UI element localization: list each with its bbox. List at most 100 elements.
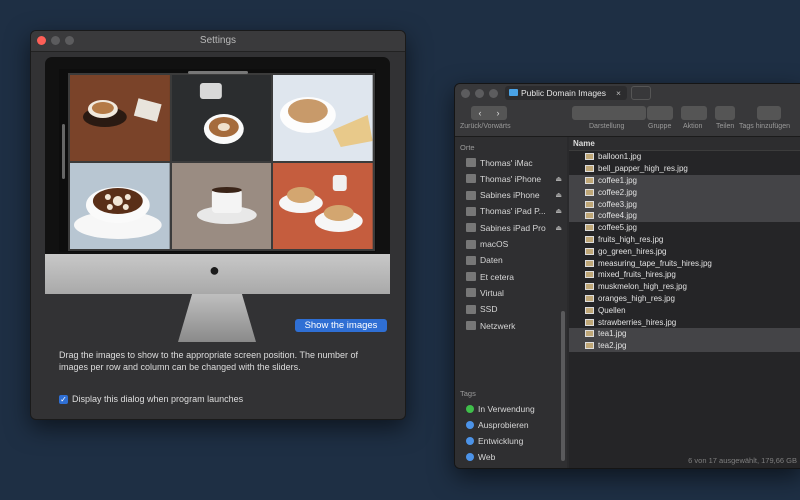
zoom-window-button[interactable] <box>65 36 74 45</box>
image-slot-coffee-1[interactable] <box>70 75 170 161</box>
name-column-header[interactable]: Name <box>569 137 800 151</box>
finder-window-controls <box>461 89 498 98</box>
file-name: go_green_hires.jpg <box>598 246 667 256</box>
back-forward-buttons[interactable]: ‹ › <box>471 106 507 120</box>
finder-close-button[interactable] <box>461 89 470 98</box>
image-slot-tea-2[interactable] <box>273 163 373 249</box>
image-slot-coffee-4[interactable] <box>171 163 272 249</box>
sidebar-item-place[interactable]: Thomas' iMac <box>466 155 562 170</box>
sidebar-item-label: Thomas' iPhone <box>480 173 542 184</box>
file-name: Quellen <box>598 305 626 315</box>
file-name: tea1.jpg <box>598 329 627 339</box>
sidebar-item-place[interactable]: SSD <box>466 302 562 317</box>
minimize-window-button[interactable] <box>51 36 60 45</box>
tags-title: Tags <box>460 389 476 398</box>
row-slider-handle[interactable] <box>62 124 65 179</box>
device-icon <box>466 288 476 298</box>
launch-checkbox[interactable]: ✓ <box>59 394 68 404</box>
file-row[interactable]: coffee1.jpg <box>569 174 800 187</box>
sidebar-scrollbar[interactable] <box>561 311 565 461</box>
new-tab-button[interactable] <box>631 86 651 100</box>
sidebar-item-tag[interactable]: In Verwendung <box>466 401 562 416</box>
file-row[interactable]: tea1.jpg <box>569 327 800 340</box>
device-icon <box>466 304 476 314</box>
file-icon <box>585 176 594 184</box>
sidebar-item-tag[interactable]: Web <box>466 450 562 465</box>
show-images-button[interactable]: Show the images <box>295 319 387 332</box>
sidebar-item-place[interactable]: Sabines iPhone ⏏ <box>466 188 562 203</box>
file-name: coffee1.jpg <box>598 175 637 185</box>
view-mode-buttons[interactable] <box>572 106 646 120</box>
folder-icon <box>509 89 518 96</box>
finder-tab-title: Public Domain Images <box>521 88 607 98</box>
sidebar-item-tag[interactable]: Entwicklung <box>466 434 562 449</box>
eject-icon[interactable]: ⏏ <box>555 207 562 215</box>
imac-preview: ● <box>45 57 390 294</box>
instructions-text: Drag the images to show to the appropria… <box>59 350 359 372</box>
group-button[interactable] <box>647 106 673 120</box>
image-slot-coffee-3[interactable] <box>70 163 170 249</box>
sidebar-item-place[interactable]: Et cetera <box>466 269 562 284</box>
file-row[interactable]: oranges_high_res.jpg <box>569 293 800 305</box>
file-row[interactable]: go_green_hires.jpg <box>569 245 800 257</box>
file-name: mixed_fruits_hires.jpg <box>598 270 676 280</box>
sidebar-item-label: Sabines iPhone <box>480 190 540 201</box>
sidebar-item-place[interactable]: Thomas' iPad P... ⏏ <box>466 204 562 219</box>
eject-icon[interactable]: ⏏ <box>555 224 562 232</box>
sidebar-item-place[interactable]: Sabines iPad Pro ⏏ <box>466 220 562 235</box>
device-icon <box>466 321 476 330</box>
file-row[interactable]: strawberries_hires.jpg <box>569 316 800 328</box>
sidebar-item-place[interactable]: Virtual <box>466 285 562 300</box>
file-row[interactable]: coffee2.jpg <box>569 186 800 199</box>
launch-option[interactable]: ✓ Display this dialog when program launc… <box>59 394 243 404</box>
device-icon <box>466 239 476 249</box>
device-icon <box>466 206 476 216</box>
file-row[interactable]: bell_papper_high_res.jpg <box>569 163 800 175</box>
file-row[interactable]: coffee4.jpg <box>569 209 800 222</box>
file-icon <box>585 294 594 302</box>
sidebar-item-tag[interactable]: Bildbearbeitung <box>466 466 562 468</box>
sidebar-item-place[interactable]: Thomas' iPhone ⏏ <box>466 171 562 186</box>
file-icon <box>585 271 594 279</box>
image-slot-tea-1[interactable] <box>273 75 373 161</box>
device-icon <box>466 158 476 167</box>
file-row[interactable]: coffee3.jpg <box>569 198 800 210</box>
file-row[interactable]: balloon1.jpg <box>569 151 800 163</box>
settings-title: Settings <box>199 35 237 46</box>
finder-tab[interactable]: Public Domain Images × <box>505 86 627 100</box>
file-name: tea2.jpg <box>598 341 627 351</box>
eject-icon[interactable]: ⏏ <box>555 191 562 199</box>
action-button[interactable] <box>681 106 707 120</box>
file-row[interactable]: muskmelon_high_res.jpg <box>569 281 800 293</box>
sidebar-item-place[interactable]: Netzwerk <box>466 318 562 333</box>
forward-icon[interactable]: › <box>489 106 507 120</box>
file-row[interactable]: fruits_high_res.jpg <box>569 234 800 246</box>
finder-zoom-button[interactable] <box>489 89 498 98</box>
sidebar-item-place[interactable]: macOS <box>466 237 562 252</box>
file-icon <box>585 318 594 326</box>
image-slot-coffee-2[interactable] <box>171 75 272 161</box>
places-title: Orte <box>460 143 475 152</box>
file-row[interactable]: measuring_tape_fruits_hires.jpg <box>569 257 800 269</box>
column-slider-handle[interactable] <box>188 71 248 74</box>
back-icon[interactable]: ‹ <box>471 106 489 120</box>
eject-icon[interactable]: ⏏ <box>555 175 562 183</box>
share-button[interactable] <box>715 106 735 120</box>
sidebar-item-label: Thomas' iPad P... <box>480 206 546 217</box>
finder-minimize-button[interactable] <box>475 89 484 98</box>
file-row[interactable]: tea2.jpg <box>569 339 800 352</box>
file-icon <box>585 247 594 255</box>
status-bar: 6 von 17 ausgewählt, 179,66 GB <box>688 456 797 465</box>
file-row[interactable]: mixed_fruits_hires.jpg <box>569 269 800 281</box>
sidebar-item-place[interactable]: Daten <box>466 253 562 268</box>
tags-button[interactable] <box>757 106 781 120</box>
tab-close-icon[interactable]: × <box>616 86 621 100</box>
file-row[interactable]: Quellen <box>569 304 800 316</box>
action-label: Aktion <box>683 123 703 130</box>
file-name: coffee2.jpg <box>598 187 637 197</box>
tag-color-icon <box>466 420 474 429</box>
file-row[interactable]: coffee5.jpg <box>569 222 800 234</box>
sidebar-item-tag[interactable]: Ausprobieren <box>466 417 562 432</box>
close-window-button[interactable] <box>37 36 46 45</box>
file-icon <box>585 188 594 196</box>
